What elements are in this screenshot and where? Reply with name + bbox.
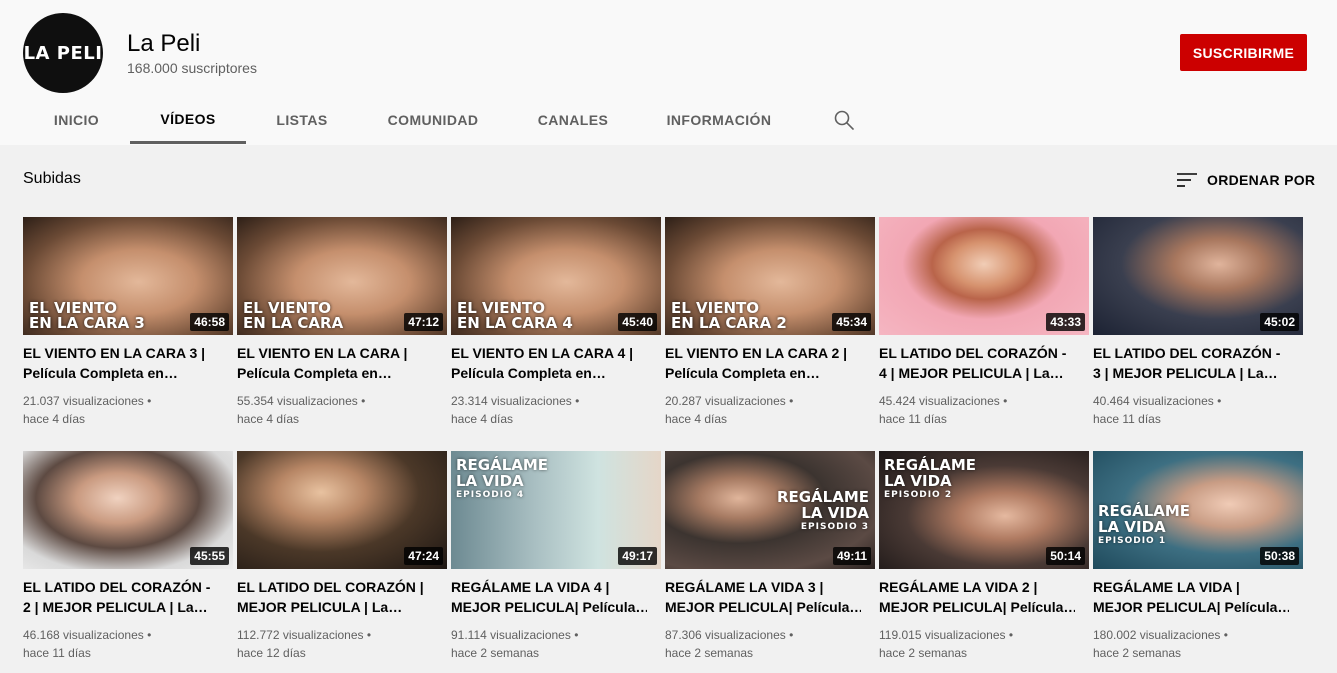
video-meta: 119.015 visualizaciones • hace 2 semanas: [879, 628, 1014, 660]
thumbnail-title: EL VIENTO EN LA CARA: [243, 299, 344, 332]
video-title[interactable]: REGÁLAME LA VIDA 2 | MEJOR PELICULA| Pelí…: [879, 577, 1075, 617]
video-card[interactable]: REGÁLAME LA VIDA EPISODIO 2 50:14 REGÁLA…: [879, 451, 1089, 661]
video-card[interactable]: 45:02 EL LATIDO DEL CORAZÓN -3 | MEJOR P…: [1093, 217, 1303, 427]
sort-button[interactable]: ORDENAR POR: [1175, 170, 1315, 190]
thumbnail-title: EL VIENTO EN LA CARA 3: [29, 299, 145, 332]
sort-label: ORDENAR POR: [1207, 172, 1316, 188]
avatar-logo-text: LA PELI: [23, 42, 103, 64]
tab-informacion[interactable]: INFORMACIÓN: [638, 96, 800, 144]
video-title[interactable]: EL VIENTO EN LA CARA 2 | Película Complet…: [665, 343, 861, 383]
video-card[interactable]: 43:33 EL LATIDO DEL CORAZÓN -4 | MEJOR P…: [879, 217, 1089, 427]
video-meta: 46.168 visualizaciones • hace 11 días: [23, 628, 152, 660]
video-duration: 47:12: [404, 313, 443, 331]
subscribe-button[interactable]: SUSCRIBIRME: [1180, 34, 1307, 71]
video-duration: 45:02: [1260, 313, 1299, 331]
video-thumbnail[interactable]: EL VIENTO EN LA CARA 47:12: [237, 217, 447, 335]
video-title[interactable]: EL LATIDO DEL CORAZÓN | MEJOR PELICULA | …: [237, 577, 433, 617]
video-duration: 45:40: [618, 313, 657, 331]
video-duration: 49:17: [618, 547, 657, 565]
video-meta: 112.772 visualizaciones • hace 12 días: [237, 628, 372, 660]
thumbnail-title: REGÁLAME LA VIDA EPISODIO 2: [884, 456, 977, 500]
section-title: Subidas: [23, 170, 81, 187]
video-meta: 55.354 visualizaciones • hace 4 días: [237, 394, 366, 426]
video-thumbnail[interactable]: 45:02: [1093, 217, 1303, 335]
video-card[interactable]: 45:55 EL LATIDO DEL CORAZÓN -2 | MEJOR P…: [23, 451, 233, 661]
video-title[interactable]: EL LATIDO DEL CORAZÓN -3 | MEJOR PELICUL…: [1093, 343, 1289, 383]
video-duration: 50:38: [1260, 547, 1299, 565]
channel-header: LA PELI La Peli 168.000 suscriptores SUS…: [0, 0, 1337, 145]
channel-name: La Peli: [127, 30, 201, 57]
video-title[interactable]: EL VIENTO EN LA CARA | Película Completa …: [237, 343, 433, 383]
video-meta: 45.424 visualizaciones • hace 11 días: [879, 394, 1008, 426]
video-meta: 91.114 visualizaciones • hace 2 semanas: [451, 628, 579, 660]
tab-videos[interactable]: VÍDEOS: [130, 96, 246, 144]
video-duration: 47:24: [404, 547, 443, 565]
video-card[interactable]: REGÁLAME LA VIDA EPISODIO 1 50:38 REGÁLA…: [1093, 451, 1303, 661]
thumbnail-title: REGÁLAME LA VIDA EPISODIO 3: [776, 488, 869, 532]
video-card[interactable]: EL VIENTO EN LA CARA 2 45:34 EL VIENTO EN…: [665, 217, 875, 427]
video-title[interactable]: REGÁLAME LA VIDA 4 | MEJOR PELICULA| Pelí…: [451, 577, 647, 617]
video-title[interactable]: REGÁLAME LA VIDA 3 | MEJOR PELICULA| Pelí…: [665, 577, 861, 617]
video-card[interactable]: REGÁLAME LA VIDA EPISODIO 3 49:11 REGÁLA…: [665, 451, 875, 661]
video-meta: 20.287 visualizaciones • hace 4 días: [665, 394, 794, 426]
video-title[interactable]: EL LATIDO DEL CORAZÓN -2 | MEJOR PELICUL…: [23, 577, 219, 617]
video-meta: 23.314 visualizaciones • hace 4 días: [451, 394, 580, 426]
thumbnail-title: EL VIENTO EN LA CARA 2: [671, 299, 787, 332]
video-card[interactable]: EL VIENTO EN LA CARA 3 46:58 EL VIENTO EN…: [23, 217, 233, 427]
thumbnail-title: REGÁLAME LA VIDA EPISODIO 4: [456, 456, 549, 500]
video-card[interactable]: EL VIENTO EN LA CARA 47:12 EL VIENTO EN L…: [237, 217, 447, 427]
subscriber-count: 168.000 suscriptores: [127, 60, 257, 76]
video-duration: 43:33: [1046, 313, 1085, 331]
video-meta: 40.464 visualizaciones • hace 11 días: [1093, 394, 1222, 426]
video-thumbnail[interactable]: REGÁLAME LA VIDA EPISODIO 1 50:38: [1093, 451, 1303, 569]
video-thumbnail[interactable]: EL VIENTO EN LA CARA 3 46:58: [23, 217, 233, 335]
search-icon[interactable]: [832, 108, 856, 132]
video-card[interactable]: 47:24 EL LATIDO DEL CORAZÓN | MEJOR PELIC…: [237, 451, 447, 661]
tab-inicio[interactable]: INICIO: [23, 96, 130, 144]
video-thumbnail[interactable]: EL VIENTO EN LA CARA 2 45:34: [665, 217, 875, 335]
video-thumbnail[interactable]: EL VIENTO EN LA CARA 4 45:40: [451, 217, 661, 335]
video-meta: 87.306 visualizaciones • hace 2 semanas: [665, 628, 794, 660]
video-duration: 49:11: [832, 547, 871, 565]
tab-canales[interactable]: CANALES: [508, 96, 638, 144]
sort-icon: [1177, 173, 1197, 187]
thumbnail-title: REGÁLAME LA VIDA EPISODIO 1: [1098, 502, 1191, 546]
video-duration: 45:55: [190, 547, 229, 565]
tab-comunidad[interactable]: COMUNIDAD: [358, 96, 508, 144]
video-thumbnail[interactable]: REGÁLAME LA VIDA EPISODIO 3 49:11: [665, 451, 875, 569]
channel-avatar[interactable]: LA PELI: [23, 13, 103, 93]
video-duration: 46:58: [190, 313, 229, 331]
video-thumbnail[interactable]: REGÁLAME LA VIDA EPISODIO 2 50:14: [879, 451, 1089, 569]
video-thumbnail[interactable]: 47:24: [237, 451, 447, 569]
video-duration: 45:34: [832, 313, 871, 331]
video-card[interactable]: REGÁLAME LA VIDA EPISODIO 4 49:17 REGÁLA…: [451, 451, 661, 661]
video-meta: 180.002 visualizaciones • hace 2 semanas: [1093, 628, 1228, 660]
tab-listas[interactable]: LISTAS: [246, 96, 358, 144]
video-thumbnail[interactable]: 43:33: [879, 217, 1089, 335]
thumbnail-title: EL VIENTO EN LA CARA 4: [457, 299, 573, 332]
video-title[interactable]: EL VIENTO EN LA CARA 4 | Película Complet…: [451, 343, 647, 383]
video-title[interactable]: EL LATIDO DEL CORAZÓN -4 | MEJOR PELICUL…: [879, 343, 1075, 383]
video-card[interactable]: EL VIENTO EN LA CARA 4 45:40 EL VIENTO EN…: [451, 217, 661, 427]
video-thumbnail[interactable]: REGÁLAME LA VIDA EPISODIO 4 49:17: [451, 451, 661, 569]
video-meta: 21.037 visualizaciones • hace 4 días: [23, 394, 152, 426]
video-title[interactable]: EL VIENTO EN LA CARA 3 | Película Complet…: [23, 343, 219, 383]
video-title[interactable]: REGÁLAME LA VIDA | MEJOR PELICULA| Pelícu…: [1093, 577, 1289, 617]
video-duration: 50:14: [1046, 547, 1085, 565]
video-thumbnail[interactable]: 45:55: [23, 451, 233, 569]
